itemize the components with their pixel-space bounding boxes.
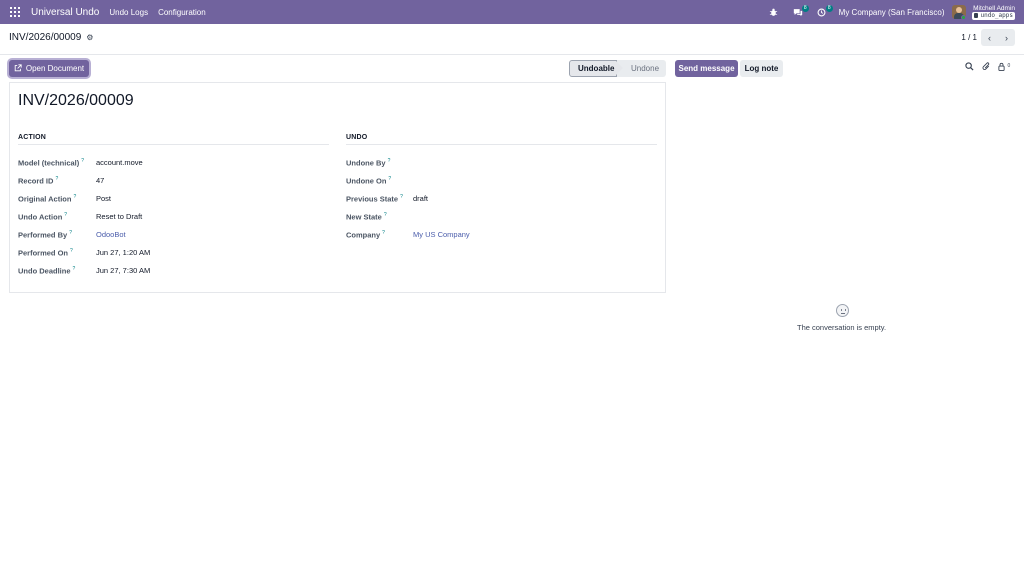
status-undoable-label: Undoable [578,64,615,73]
gear-icon[interactable]: ⚙ [86,33,93,42]
company-switcher[interactable]: My Company (San Francisco) [839,8,945,17]
help-icon: ? [388,176,392,182]
menu-configuration[interactable]: Configuration [158,8,206,17]
followers-button[interactable]: 0 [998,62,1010,73]
group-title-undo: UNDO [346,134,368,141]
field-value-original-action[interactable]: Post [96,194,111,203]
breadcrumb: INV/2026/00009 ⚙ [9,32,93,43]
group-title-action: ACTION [18,134,47,141]
lock-icon [998,62,1005,71]
empty-conversation-text: The conversation is empty. [797,323,887,332]
help-icon: ? [387,158,391,164]
status-undoable[interactable]: Undoable [569,60,624,77]
pager-next-button[interactable]: › [998,29,1015,46]
activities-icon[interactable]: 8 [815,5,833,19]
external-link-icon [14,63,22,74]
chevron-left-icon: ‹ [988,32,991,43]
search-messages-icon[interactable] [965,62,974,73]
apps-menu-icon[interactable] [10,7,20,17]
status-undone-label: Undone [631,64,660,73]
bug-icon[interactable] [767,5,781,19]
help-icon: ? [400,194,403,200]
form-sheet: INV/2026/00009 ACTION UNDO Model (techni… [9,82,666,293]
menu-undo-logs[interactable]: Undo Logs [109,8,148,17]
help-icon: ? [72,266,76,272]
field-label-undone-on: Undone On? [346,176,392,186]
log-note-button[interactable]: Log note [740,60,783,77]
field-label-performed-on: Performed On? [18,248,73,258]
field-value-undo-action[interactable]: Reset to Draft [96,212,142,221]
navbar-systray: 8 8 My Company (San Francisco) Mitchell … [767,0,1024,24]
field-label-new-state: New State? [346,212,387,222]
field-value-record-id[interactable]: 47 [96,176,104,185]
help-icon: ? [55,176,59,182]
pager-value[interactable]: 1 / 1 [961,33,977,42]
field-label-undo-action: Undo Action? [18,212,68,222]
field-label-company: Company? [346,230,385,240]
field-label-undone-by: Undone By? [346,158,391,168]
help-icon: ? [383,212,387,218]
open-document-label: Open Document [25,64,85,73]
user-name: Mitchell Admin [973,4,1015,12]
field-label-performed-by: Performed By? [18,230,72,240]
messages-icon[interactable]: 8 [791,5,809,19]
open-document-button[interactable]: Open Document [9,60,89,77]
help-icon: ? [73,194,77,200]
followers-count: 0 [1007,63,1011,69]
field-value-previous-state[interactable]: draft [413,194,428,203]
status-undone[interactable]: Undone [617,60,666,77]
control-panel: INV/2026/00009 ⚙ 1 / 1 ‹ › [0,24,1024,55]
group-divider-action [18,144,329,145]
database-badge: undo_apps [972,11,1015,20]
help-icon: ? [69,230,72,236]
activities-badge: 8 [825,5,833,12]
paperclip-icon[interactable] [982,62,991,73]
empty-conversation-icon [836,304,849,317]
field-value-company[interactable]: My US Company [413,230,470,239]
record-title: INV/2026/00009 [18,92,134,109]
field-value-model[interactable]: account.move [96,158,143,167]
field-value-performed-on[interactable]: Jun 27, 1:20 AM [96,248,150,257]
field-label-undo-deadline: Undo Deadline? [18,266,76,276]
field-value-performed-by[interactable]: OdooBot [96,230,126,239]
pager-previous-button[interactable]: ‹ [981,29,998,46]
database-name: undo_apps [980,11,1013,19]
app-brand[interactable]: Universal Undo [31,7,99,18]
group-divider-undo [346,144,657,145]
help-icon: ? [382,230,385,236]
user-menu[interactable]: Mitchell Admin undo_apps [972,5,1015,20]
field-label-model: Model (technical)? [18,158,85,168]
help-icon: ? [70,248,73,254]
database-icon [974,13,979,18]
field-label-previous-state: Previous State? [346,194,403,204]
help-icon: ? [64,212,68,218]
send-message-button[interactable]: Send message [675,60,738,77]
messages-badge: 8 [801,5,809,12]
field-value-undo-deadline[interactable]: Jun 27, 7:30 AM [96,266,150,275]
chevron-right-icon: › [1005,32,1008,43]
help-icon: ? [81,158,85,164]
statusbar: Undoable Undone [569,60,666,77]
field-label-original-action: Original Action? [18,194,77,204]
breadcrumb-current: INV/2026/00009 [9,32,82,43]
field-label-record-id: Record ID? [18,176,59,186]
top-navbar: Universal Undo Undo Logs Configuration 8… [0,0,1024,24]
